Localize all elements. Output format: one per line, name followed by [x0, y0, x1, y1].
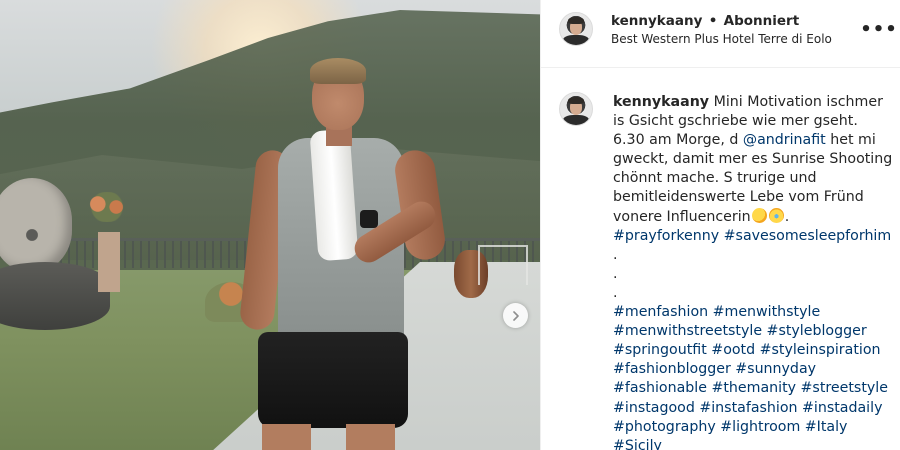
caption: kennykaany Mini Motivation ischmer is Gs… — [613, 93, 893, 450]
crying-laughing-emoji-icon — [768, 207, 784, 223]
person-legs — [262, 424, 402, 450]
hashtag-line[interactable]: #instagood #instafashion #instadaily — [613, 399, 893, 418]
next-photo-button[interactable] — [503, 303, 528, 328]
post-header: kennykaany • Abonniert Best Western Plus… — [541, 0, 900, 68]
more-horizontal-icon: ••• — [860, 18, 898, 40]
stone-basin — [0, 262, 110, 330]
dot-line: . — [613, 246, 618, 263]
username-link[interactable]: kennykaany — [611, 13, 702, 29]
caption-username[interactable]: kennykaany — [613, 94, 709, 110]
chevron-right-icon — [512, 310, 519, 321]
patio-chairs — [478, 245, 528, 285]
pillar — [98, 232, 120, 292]
caption-avatar[interactable] — [559, 92, 593, 126]
hashtag-line[interactable]: #menwithstreetstyle #styleblogger — [613, 322, 893, 341]
hashtag-line[interactable]: #Sicily — [613, 437, 893, 450]
avatar-body — [563, 115, 589, 125]
more-options-button[interactable]: ••• — [860, 18, 897, 40]
hashtag-line[interactable]: #fashionable #themanity #streetstyle — [613, 379, 893, 398]
person-hair — [310, 58, 366, 84]
person — [238, 58, 450, 450]
rolling-laughing-emoji-icon — [751, 207, 767, 223]
person-watch — [360, 210, 378, 228]
avatar[interactable] — [559, 12, 593, 46]
person-shorts — [258, 332, 408, 428]
flower-pot — [84, 192, 130, 222]
dot-line: . — [613, 284, 618, 301]
hashtag-line[interactable]: #menfashion #menwithstyle — [613, 303, 893, 322]
location-link[interactable]: Best Western Plus Hotel Terre di Eolo — [611, 32, 832, 46]
follow-status[interactable]: Abonniert — [724, 13, 800, 29]
caption-text-end: . — [784, 208, 790, 225]
millstone — [0, 178, 72, 273]
dot-line: . — [613, 265, 618, 282]
post-side-panel: kennykaany • Abonniert Best Western Plus… — [540, 0, 900, 450]
hashtag-line: #prayforkenny #savesomesleepforhim — [613, 227, 893, 246]
avatar-hair — [568, 96, 584, 104]
avatar-hair — [568, 16, 584, 24]
separator-dot: • — [708, 13, 718, 29]
post-photo[interactable] — [0, 0, 540, 450]
header-user-line: kennykaany • Abonniert — [611, 13, 799, 29]
hashtag-link[interactable]: #prayforkenny — [613, 228, 719, 244]
hashtag-line[interactable]: #photography #lightroom #Italy — [613, 418, 893, 437]
avatar-body — [563, 35, 589, 45]
hashtag-link[interactable]: #savesomesleepforhim — [724, 228, 892, 244]
hashtag-line[interactable]: #fashionblogger #sunnyday — [613, 360, 893, 379]
hashtag-line[interactable]: #springoutfit #ootd #styleinspiration — [613, 341, 893, 360]
mention-link[interactable]: @andrinafit — [743, 132, 826, 148]
